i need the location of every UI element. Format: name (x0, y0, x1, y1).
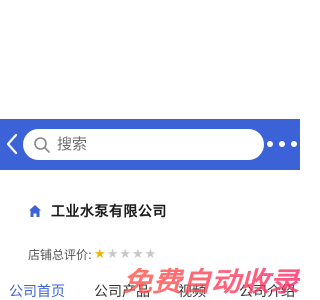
rating-label: 店铺总评价: (28, 247, 93, 262)
company-header: 工业水泵有限公司 (28, 201, 167, 221)
company-name: 工业水泵有限公司 (51, 204, 167, 220)
search-icon (34, 137, 50, 153)
star-empty-icon: ★ (119, 246, 132, 262)
star-filled-icon: ★ (94, 246, 106, 262)
more-dot (267, 141, 273, 147)
more-button[interactable] (267, 138, 297, 150)
back-button[interactable] (4, 133, 20, 155)
star-empty-icon: ★ (132, 246, 144, 262)
rating-stars: ★ ★ ★ ★ ★ (94, 248, 157, 261)
company-nav: 公司首页 公司产品 视频 公司介绍 (0, 282, 300, 300)
search-placeholder: 搜索 (57, 135, 88, 153)
tab-company-intro[interactable]: 公司介绍 (239, 282, 295, 300)
tab-company-home[interactable]: 公司首页 (9, 282, 65, 300)
store-rating: 店铺总评价: ★ ★ ★ ★ ★ (28, 245, 157, 263)
more-dot (279, 141, 285, 147)
more-dot (291, 141, 297, 147)
search-header: 搜索 (0, 119, 300, 170)
page: 搜索 工业水泵有限公司 店铺总评价: ★ ★ ★ ★ ★ 公司首页 公司产品 视频 公司… (0, 0, 300, 300)
star-empty-icon: ★ (106, 246, 119, 262)
home-icon (29, 205, 41, 217)
tab-videos[interactable]: 视频 (178, 282, 206, 300)
chevron-left-icon (6, 133, 18, 155)
star-empty-icon: ★ (144, 246, 157, 262)
tab-company-products[interactable]: 公司产品 (94, 282, 150, 300)
blank-area (0, 0, 300, 119)
search-input[interactable]: 搜索 (23, 129, 264, 160)
